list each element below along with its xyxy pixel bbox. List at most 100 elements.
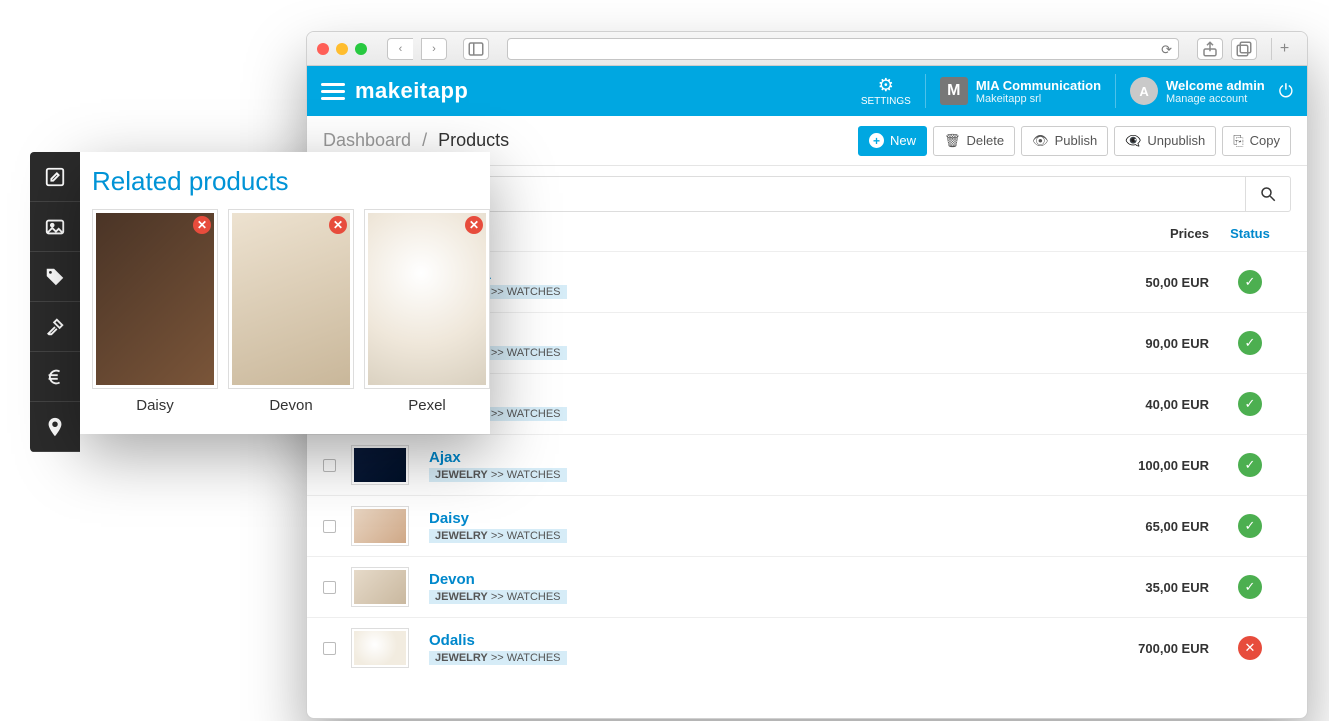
logout-icon[interactable]: ⏻ xyxy=(1279,81,1293,102)
status-badge: ✓ xyxy=(1238,453,1262,477)
product-tag: JEWELRY >> WATCHES xyxy=(429,590,567,604)
remove-icon[interactable]: ✕ xyxy=(193,216,211,234)
product-name[interactable]: Montana xyxy=(429,266,1099,283)
org-name: MIA Communication xyxy=(976,78,1101,93)
user-block[interactable]: A Welcome admin Manage account xyxy=(1130,77,1265,105)
row-checkbox[interactable] xyxy=(323,459,336,472)
product-price: 100,00 EUR xyxy=(1099,458,1209,473)
table-row[interactable]: Odalis JEWELRY >> WATCHES 700,00 EUR ✕ xyxy=(307,617,1307,678)
breadcrumb: Dashboard / Products xyxy=(323,130,509,151)
product-name[interactable]: Ajax xyxy=(429,449,1099,466)
eye-icon: 👁 xyxy=(1032,133,1049,149)
status-badge: ✓ xyxy=(1238,270,1262,294)
avatar: A xyxy=(1130,77,1158,105)
reload-icon[interactable]: ⟳ xyxy=(1161,42,1172,58)
side-panel xyxy=(30,152,80,452)
remove-icon[interactable]: ✕ xyxy=(465,216,483,234)
table-row[interactable]: DaisyJEWELRY >> WATCHES65,00 EUR✓ xyxy=(307,495,1307,556)
publish-button[interactable]: 👁Publish xyxy=(1021,126,1108,156)
pin-icon[interactable] xyxy=(30,402,80,452)
col-name[interactable]: Name xyxy=(429,226,1099,241)
back-button[interactable]: ‹ xyxy=(387,38,413,60)
menu-icon[interactable] xyxy=(321,79,345,104)
product-price: 65,00 EUR xyxy=(1099,519,1209,534)
delete-button[interactable]: 🗑Delete xyxy=(933,126,1015,156)
status-badge: ✓ xyxy=(1238,575,1262,599)
status-badge: ✕ xyxy=(1238,636,1262,660)
maximize-window-icon[interactable] xyxy=(355,43,367,55)
related-card[interactable]: ✕ Devon xyxy=(228,209,354,414)
remove-icon[interactable]: ✕ xyxy=(329,216,347,234)
related-products-panel: Related products ✕ Daisy ✕ Devon ✕Pexel xyxy=(80,152,490,434)
new-tab-button[interactable]: + xyxy=(1271,38,1297,60)
app-header: makeitapp ⚙ SETTINGS M MIA Communication… xyxy=(307,66,1307,116)
plus-icon: + xyxy=(869,133,884,148)
image-icon[interactable] xyxy=(30,202,80,252)
eyedropper-icon[interactable] xyxy=(30,302,80,352)
divider xyxy=(925,74,926,108)
product-name[interactable]: Lonnie xyxy=(429,388,1099,405)
product-thumb[interactable] xyxy=(351,567,409,607)
table-row[interactable]: Ajax JEWELRY >> WATCHES 100,00 EUR ✓ xyxy=(307,434,1307,495)
product-price: 90,00 EUR xyxy=(1099,336,1209,351)
product-price: 40,00 EUR xyxy=(1099,397,1209,412)
product-name[interactable]: Devon xyxy=(429,571,1099,588)
product-tag: JEWELRY >> WATCHES xyxy=(429,651,567,665)
address-bar[interactable]: ⟳ xyxy=(507,38,1179,60)
search-button[interactable] xyxy=(1245,176,1291,212)
product-name[interactable]: Daisy xyxy=(429,510,1099,527)
related-thumb: ✕ xyxy=(364,209,490,389)
product-price: 700,00 EUR xyxy=(1099,641,1209,656)
product-thumb[interactable] xyxy=(351,506,409,546)
breadcrumb-parent[interactable]: Dashboard xyxy=(323,130,411,150)
row-checkbox[interactable] xyxy=(323,581,336,594)
related-card[interactable]: ✕Pexel xyxy=(364,209,490,414)
unpublish-button[interactable]: 👁‍🗨Unpublish xyxy=(1114,126,1216,156)
product-thumb[interactable] xyxy=(351,445,409,485)
org-block[interactable]: M MIA Communication Makeitapp srl xyxy=(940,77,1101,105)
product-tag: JEWELRY >> WATCHES xyxy=(429,468,567,482)
euro-icon[interactable] xyxy=(30,352,80,402)
row-checkbox[interactable] xyxy=(323,642,336,655)
product-thumb[interactable] xyxy=(351,628,409,668)
tabs-icon[interactable] xyxy=(1231,38,1257,60)
copy-icon: ⎘ xyxy=(1233,133,1243,149)
row-checkbox[interactable] xyxy=(323,520,336,533)
gear-icon: ⚙ xyxy=(861,75,911,96)
new-button[interactable]: +New xyxy=(858,126,927,156)
status-badge: ✓ xyxy=(1238,331,1262,355)
related-thumb: ✕ xyxy=(92,209,218,389)
browser-toolbar: ‹ › ⟳ + xyxy=(307,32,1307,66)
col-status[interactable]: Status xyxy=(1209,226,1291,241)
product-name[interactable]: Odalis xyxy=(429,632,1099,649)
related-title: Related products xyxy=(92,166,478,197)
breadcrumb-current: Products xyxy=(438,130,509,150)
col-prices[interactable]: Prices xyxy=(1099,226,1209,241)
related-name: Daisy xyxy=(92,397,218,414)
related-thumb: ✕ xyxy=(228,209,354,389)
product-price: 50,00 EUR xyxy=(1099,275,1209,290)
share-icon[interactable] xyxy=(1197,38,1223,60)
close-window-icon[interactable] xyxy=(317,43,329,55)
window-controls xyxy=(317,43,367,55)
product-name[interactable]: Lane xyxy=(429,327,1099,344)
product-tag: JEWELRY >> WATCHES xyxy=(429,529,567,543)
product-price: 35,00 EUR xyxy=(1099,580,1209,595)
org-sub: Makeitapp srl xyxy=(976,93,1101,105)
edit-icon[interactable] xyxy=(30,152,80,202)
eye-off-icon: 👁‍🗨 xyxy=(1125,133,1141,149)
user-welcome: Welcome admin xyxy=(1166,78,1265,93)
sidebar-toggle-icon[interactable] xyxy=(463,38,489,60)
copy-button[interactable]: ⎘Copy xyxy=(1222,126,1291,156)
forward-button[interactable]: › xyxy=(421,38,447,60)
user-sub: Manage account xyxy=(1166,93,1265,105)
trash-icon: 🗑 xyxy=(944,133,961,149)
settings-button[interactable]: ⚙ SETTINGS xyxy=(861,75,911,107)
divider xyxy=(1115,74,1116,108)
related-card[interactable]: ✕ Daisy xyxy=(92,209,218,414)
app-logo[interactable]: makeitapp xyxy=(355,78,468,104)
related-name: Devon xyxy=(228,397,354,414)
table-row[interactable]: Devon JEWELRY >> WATCHES 35,00 EUR ✓ xyxy=(307,556,1307,617)
tag-icon[interactable] xyxy=(30,252,80,302)
minimize-window-icon[interactable] xyxy=(336,43,348,55)
